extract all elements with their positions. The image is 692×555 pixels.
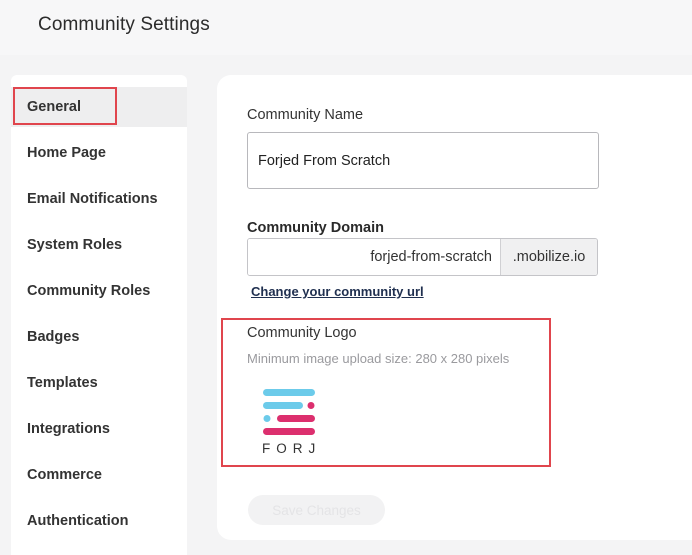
logo-size-hint: Minimum image upload size: 280 x 280 pix… (247, 351, 510, 366)
sidebar-item-templates[interactable]: Templates (11, 363, 187, 403)
community-name-label: Community Name (247, 107, 364, 123)
settings-sidebar: General Home Page Email Notifications Sy… (11, 75, 187, 555)
forj-logo-icon (263, 389, 315, 435)
community-logo-label: Community Logo (247, 325, 357, 341)
logo-wordmark: FORJ (262, 441, 322, 456)
sidebar-item-home-page[interactable]: Home Page (11, 133, 187, 173)
sidebar-item-label: Email Notifications (27, 191, 158, 207)
sidebar-item-label: System Roles (27, 237, 123, 253)
community-domain-field: .mobilize.io (247, 238, 598, 276)
save-changes-button[interactable]: Save Changes (248, 495, 385, 525)
sidebar-item-community-roles[interactable]: Community Roles (11, 271, 187, 311)
sidebar-item-label: Templates (27, 375, 98, 391)
sidebar-item-label: Commerce (27, 467, 102, 483)
sidebar-item-label: Community Roles (27, 283, 151, 299)
community-domain-label: Community Domain (247, 220, 384, 236)
domain-suffix: .mobilize.io (500, 239, 597, 275)
sidebar-item-label: Authentication (27, 513, 129, 529)
sidebar-item-authentication[interactable]: Authentication (11, 501, 187, 541)
sidebar-item-label: Home Page (27, 145, 106, 161)
sidebar-item-label: General (27, 99, 81, 115)
page-header: Community Settings (0, 0, 692, 55)
community-name-input[interactable] (247, 132, 599, 189)
community-logo-image[interactable]: FORJ (262, 388, 324, 460)
sidebar-item-label: Integrations (27, 421, 110, 437)
sidebar-item-email-notifications[interactable]: Email Notifications (11, 179, 187, 219)
sidebar-item-label: Badges (27, 329, 80, 345)
change-community-url-link[interactable]: Change your community url (251, 284, 424, 299)
sidebar-item-integrations[interactable]: Integrations (11, 409, 187, 449)
community-domain-input[interactable] (248, 239, 500, 275)
page-title: Community Settings (38, 14, 210, 35)
sidebar-item-commerce[interactable]: Commerce (11, 455, 187, 495)
sidebar-item-general[interactable]: General (11, 87, 187, 127)
sidebar-item-system-roles[interactable]: System Roles (11, 225, 187, 265)
sidebar-item-badges[interactable]: Badges (11, 317, 187, 357)
